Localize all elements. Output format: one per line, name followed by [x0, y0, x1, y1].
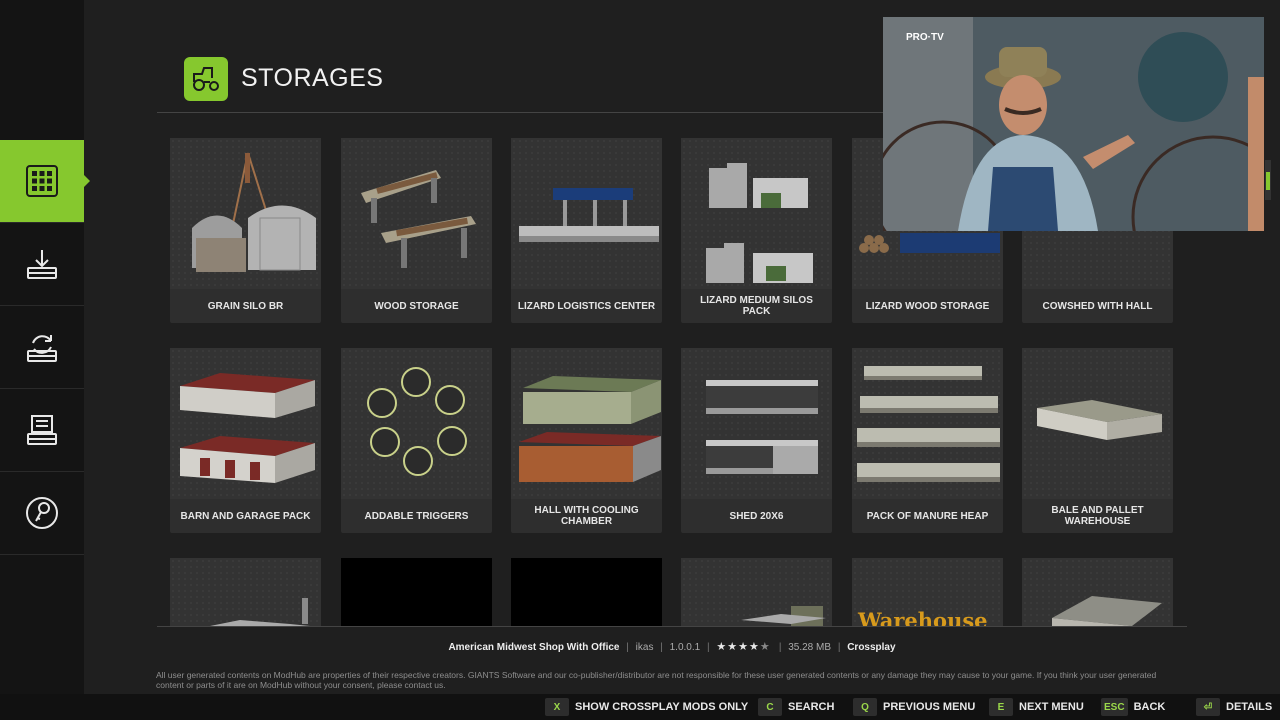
rating-stars: ★★★★★: [716, 641, 774, 653]
action-label: BACK: [1133, 701, 1166, 713]
action-label: DETAILS: [1226, 701, 1273, 713]
mod-thumbnail: [341, 348, 492, 499]
mod-thumbnail: [511, 558, 662, 626]
mod-card[interactable]: PACK OF MANURE HEAP: [852, 348, 1003, 533]
mod-title: LIZARD LOGISTICS CENTER: [517, 300, 656, 312]
mod-card[interactable]: HALL WITH COOLING CHAMBER: [511, 348, 662, 533]
key-hint: E: [989, 698, 1013, 716]
mod-card[interactable]: [681, 558, 832, 626]
tractor-icon: [193, 67, 219, 91]
mod-thumbnail: [511, 348, 662, 499]
mod-card[interactable]: LIZARD LOGISTICS CENTER: [511, 138, 662, 323]
show-crossplay-button[interactable]: X SHOW CROSSPLAY MODS ONLY: [545, 697, 748, 717]
disclaimer-text: All user generated contents on ModHub ar…: [156, 670, 1157, 690]
mod-thumbnail: [341, 138, 492, 289]
mod-card[interactable]: [170, 558, 321, 626]
mod-thumbnail: [681, 348, 832, 499]
action-bar: X SHOW CROSSPLAY MODS ONLY C SEARCH Q PR…: [0, 694, 1280, 720]
selected-mod-info: American Midwest Shop With Office | ikas…: [448, 641, 896, 653]
star-icon: ★: [749, 641, 760, 653]
action-label: PREVIOUS MENU: [883, 701, 976, 713]
mod-title: ADDABLE TRIGGERS: [364, 510, 469, 522]
mod-card[interactable]: Warehouse: [852, 558, 1003, 626]
mod-card[interactable]: GRAIN SILO BR: [170, 138, 321, 323]
star-icon: ★: [738, 641, 750, 653]
video-frame: [883, 17, 1264, 231]
mod-thumbnail: [681, 558, 832, 626]
grid-icon: [26, 165, 58, 197]
previous-menu-button[interactable]: Q PREVIOUS MENU: [853, 697, 975, 717]
key-icon: [26, 497, 58, 529]
page-title: STORAGES: [241, 64, 384, 92]
mod-thumbnail: [1022, 558, 1173, 626]
search-button[interactable]: C SEARCH: [758, 697, 834, 717]
mod-thumbnail: [681, 138, 832, 289]
key-hint: C: [758, 698, 782, 716]
next-menu-button[interactable]: E NEXT MENU: [989, 697, 1084, 717]
mod-card[interactable]: WOOD STORAGE: [341, 138, 492, 323]
mod-title: GRAIN SILO BR: [207, 300, 284, 312]
category-icon: [184, 57, 228, 101]
mod-title: WOOD STORAGE: [374, 300, 459, 312]
mod-thumbnail: [170, 138, 321, 289]
mod-title: SHED 20X6: [729, 510, 784, 522]
mod-card[interactable]: [511, 558, 662, 626]
mod-thumbnail: [170, 348, 321, 499]
sidebar: [0, 0, 90, 720]
mod-title: HALL WITH COOLING CHAMBER: [534, 505, 639, 527]
star-half-icon: ★: [759, 641, 771, 653]
scrollbar-thumb[interactable]: [1266, 172, 1270, 190]
mod-thumbnail: [341, 558, 492, 626]
video-overlay: PRO·TV: [883, 17, 1264, 231]
mod-size: 35.28 MB: [788, 642, 832, 653]
mod-title: PACK OF MANURE HEAP: [866, 510, 989, 522]
mod-thumbnail: [852, 348, 1003, 499]
divider: [157, 626, 1187, 627]
mod-name: American Midwest Shop With Office: [448, 642, 620, 653]
mod-title: BALE AND PALLET WAREHOUSE: [1051, 505, 1144, 527]
mod-card[interactable]: [341, 558, 492, 626]
installed-icon: [27, 415, 57, 445]
action-label: NEXT MENU: [1019, 701, 1084, 713]
mod-title: BARN AND GARAGE PACK: [180, 510, 311, 522]
divider: [157, 112, 887, 113]
enter-key-icon: ⏎: [1196, 698, 1220, 716]
mod-thumbnail: [170, 558, 321, 626]
warehouse-sign-text: Warehouse: [858, 608, 988, 626]
action-label: SEARCH: [788, 701, 835, 713]
mod-title: LIZARD WOOD STORAGE: [865, 300, 990, 312]
mod-card[interactable]: LIZARD MEDIUM SILOS PACK: [681, 138, 832, 323]
mod-card[interactable]: [1022, 558, 1173, 626]
download-icon: [27, 250, 57, 279]
details-button[interactable]: ⏎ DETAILS: [1196, 697, 1272, 717]
sidebar-item-downloads[interactable]: [0, 223, 84, 306]
mod-author: ikas: [635, 642, 654, 653]
sidebar-item-mods[interactable]: [0, 140, 90, 223]
mod-card[interactable]: SHED 20X6: [681, 348, 832, 533]
star-icon: ★: [727, 641, 739, 653]
sidebar-item-updates[interactable]: [0, 306, 84, 389]
crossplay-badge: Crossplay: [847, 642, 896, 653]
mod-thumbnail: [511, 138, 662, 289]
star-icon: ★: [716, 641, 728, 653]
key-hint: ESC: [1101, 698, 1128, 716]
back-button[interactable]: ESC BACK: [1101, 697, 1165, 717]
mod-thumbnail: [1022, 348, 1173, 499]
sidebar-item-dlc[interactable]: [0, 472, 84, 555]
mod-card[interactable]: BALE AND PALLET WAREHOUSE: [1022, 348, 1173, 533]
mod-title: LIZARD MEDIUM SILOS PACK: [700, 295, 813, 317]
mod-thumbnail: Warehouse: [852, 558, 1003, 626]
mod-title: COWSHED WITH HALL: [1042, 300, 1153, 312]
mod-card[interactable]: BARN AND GARAGE PACK: [170, 348, 321, 533]
sidebar-item-installed[interactable]: [0, 389, 84, 472]
key-hint: Q: [853, 698, 877, 716]
key-hint: X: [545, 698, 569, 716]
update-icon: [27, 335, 57, 362]
action-label: SHOW CROSSPLAY MODS ONLY: [575, 701, 749, 713]
channel-logo: PRO·TV: [906, 32, 944, 43]
mod-version: 1.0.0.1: [669, 642, 701, 653]
mod-card[interactable]: ADDABLE TRIGGERS: [341, 348, 492, 533]
